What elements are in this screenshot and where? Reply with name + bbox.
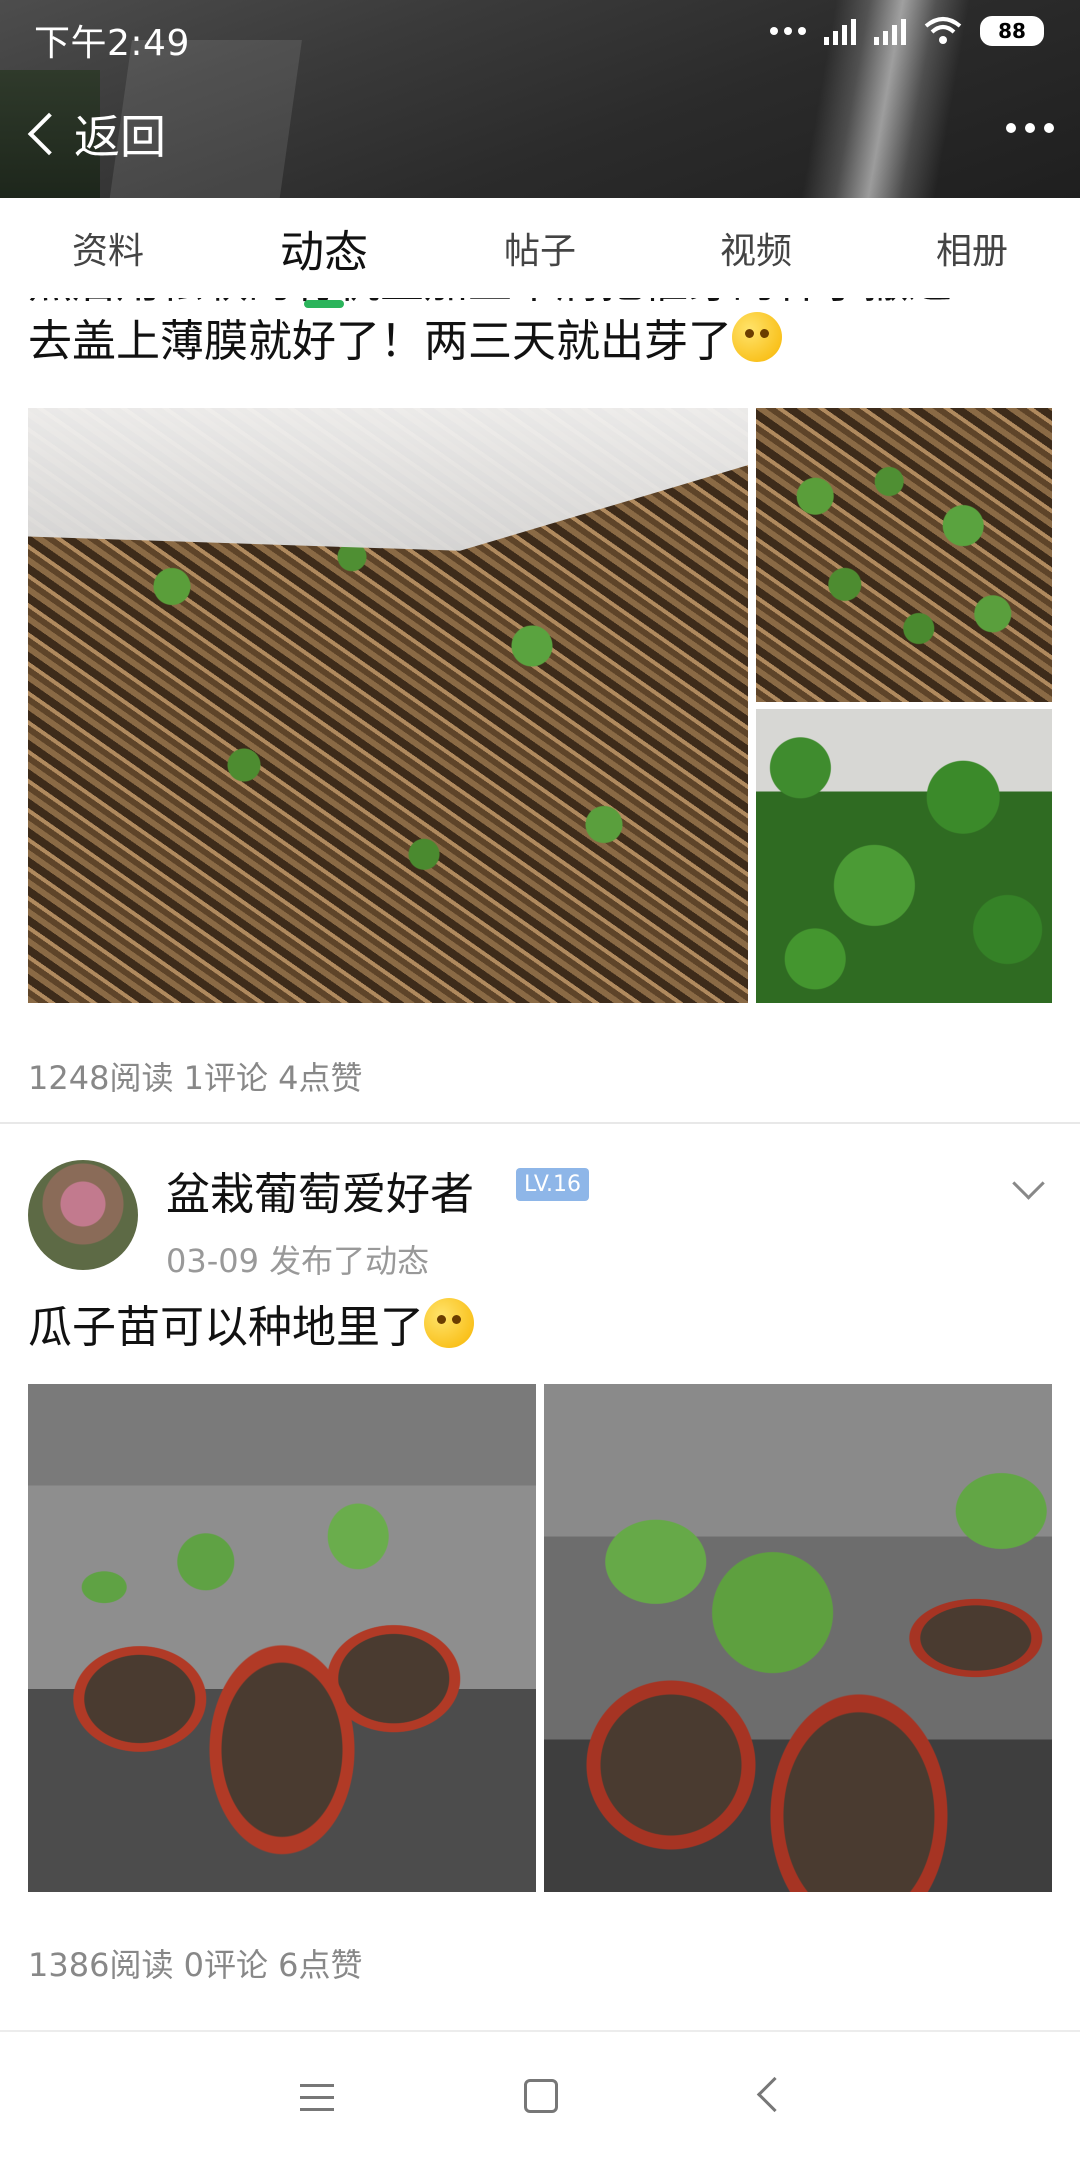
post-divider bbox=[0, 1122, 1080, 1124]
post1-photo-2[interactable] bbox=[756, 408, 1052, 702]
menu-icon[interactable] bbox=[300, 2084, 334, 2120]
profile-tabs: 资料 动态 帖子 视频 相册 bbox=[0, 198, 1080, 308]
post1-photo-3[interactable] bbox=[756, 709, 1052, 1003]
post1-photo-main[interactable] bbox=[28, 408, 748, 1003]
signal-icon bbox=[824, 17, 856, 45]
status-icons: 88 bbox=[770, 16, 1044, 46]
notification-dots-icon bbox=[770, 27, 806, 35]
system-back-icon[interactable] bbox=[756, 2076, 793, 2113]
profile-header: 下午2:49 88 返回 bbox=[0, 0, 1080, 198]
tab-posts[interactable]: 帖子 bbox=[465, 222, 615, 274]
home-icon[interactable] bbox=[524, 2079, 558, 2113]
post2-username[interactable]: 盆栽葡萄爱好者 bbox=[166, 1158, 474, 1222]
status-time: 下午2:49 bbox=[34, 23, 190, 64]
tab-activity[interactable]: 动态 bbox=[249, 216, 399, 308]
signal-icon-2 bbox=[874, 17, 906, 45]
post2-photo-2[interactable] bbox=[544, 1384, 1052, 1892]
post2-text-wrap: 瓜子苗可以种地里了 bbox=[28, 1298, 474, 1357]
chevron-down-icon[interactable] bbox=[1012, 1167, 1045, 1200]
tab-albums[interactable]: 相册 bbox=[897, 222, 1047, 274]
status-bar: 下午2:49 88 bbox=[0, 0, 1080, 70]
wifi-icon bbox=[924, 17, 962, 44]
post1-text-line2: 去盖上薄膜就好了！两三天就出芽了 bbox=[28, 316, 732, 367]
emoji-icon bbox=[424, 1298, 474, 1348]
nav-row: 返回 bbox=[0, 95, 1080, 175]
back-button[interactable]: 返回 bbox=[26, 101, 166, 167]
post2-text: 瓜子苗可以种地里了 bbox=[28, 1302, 424, 1353]
system-nav-bar bbox=[0, 2030, 1080, 2162]
post2-stats: 1386阅读 0评论 6点赞 bbox=[28, 1946, 363, 1984]
level-badge: LV.16 bbox=[516, 1168, 590, 1201]
post1-stats: 1248阅读 1评论 4点赞 bbox=[28, 1059, 363, 1097]
back-label: 返回 bbox=[74, 110, 166, 164]
more-options-button[interactable] bbox=[1006, 123, 1054, 133]
post2-photo-1[interactable] bbox=[28, 1384, 536, 1892]
post1-text-line2-wrap: 去盖上薄膜就好了！两三天就出芽了 bbox=[28, 312, 1058, 371]
avatar[interactable] bbox=[28, 1160, 138, 1270]
post2-meta: 03-09 发布了动态 bbox=[166, 1242, 430, 1280]
back-chevron-icon bbox=[27, 112, 71, 156]
tab-profile-info[interactable]: 资料 bbox=[33, 222, 183, 274]
battery-icon: 88 bbox=[980, 16, 1044, 46]
tab-videos[interactable]: 视频 bbox=[681, 222, 831, 274]
emoji-icon bbox=[732, 312, 782, 362]
